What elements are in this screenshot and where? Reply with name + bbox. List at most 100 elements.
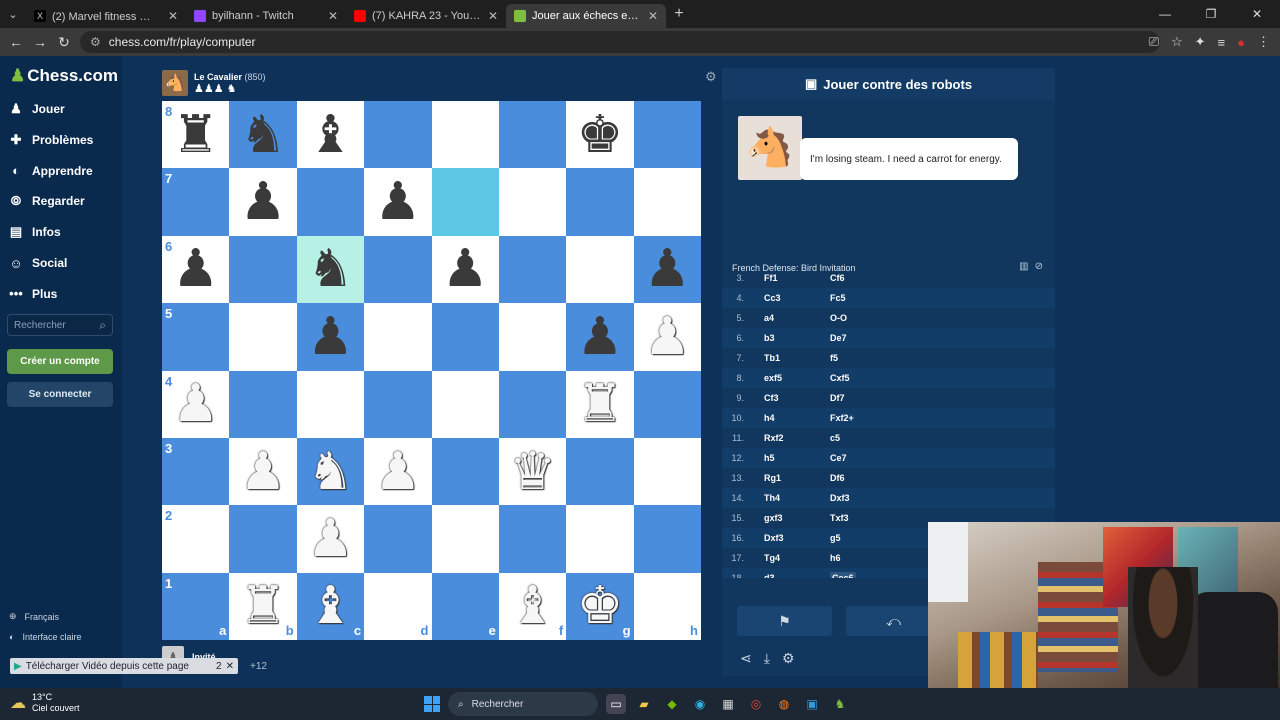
app-icon[interactable]: ▣ — [802, 694, 822, 714]
white-move[interactable]: Dxf3 — [764, 533, 784, 543]
white-queen-piece[interactable]: ♛ — [509, 446, 556, 498]
task-view-icon[interactable]: ▭ — [606, 694, 626, 714]
tab-list-button[interactable]: ⌄ — [0, 0, 26, 28]
close-icon[interactable]: ✕ — [226, 661, 234, 672]
browser-tab[interactable]: Jouer aux échecs en ligne c ✕ — [506, 4, 666, 28]
address-bar[interactable]: ⚙ chess.com/fr/play/computer — [80, 31, 1160, 53]
bookmark-star-icon[interactable]: ☆ — [1171, 34, 1183, 50]
square-f6[interactable] — [498, 235, 567, 304]
square-d1[interactable]: d — [364, 572, 432, 640]
white-move[interactable]: a4 — [764, 313, 774, 323]
white-move[interactable]: b3 — [764, 333, 775, 343]
opponent-avatar[interactable]: 🐴 — [162, 70, 188, 96]
black-pawn-piece[interactable]: ♟ — [442, 243, 489, 295]
square-f1[interactable]: f ♝ — [498, 572, 567, 640]
close-tab-icon[interactable]: ✕ — [488, 9, 498, 23]
forward-icon[interactable]: → — [28, 34, 52, 50]
minimize-button[interactable]: — — [1142, 0, 1188, 28]
white-knight-piece[interactable]: ♞ — [307, 446, 354, 498]
black-pawn-piece[interactable]: ♟ — [644, 243, 691, 295]
square-e3[interactable] — [431, 437, 499, 506]
white-pawn-piece[interactable]: ♟ — [644, 311, 691, 363]
square-b2[interactable] — [229, 505, 297, 573]
square-a8[interactable]: 8 ♜ — [162, 101, 230, 169]
square-c2[interactable]: ♟ — [296, 505, 365, 573]
black-move[interactable]: Cf6 — [830, 273, 845, 283]
black-pawn-piece[interactable]: ♟ — [240, 176, 287, 228]
start-icon[interactable] — [424, 696, 440, 712]
white-king-piece[interactable]: ♚ — [577, 580, 624, 632]
white-move[interactable]: h5 — [764, 453, 775, 463]
takeback-button[interactable]: ⤺ — [846, 606, 941, 636]
white-move[interactable]: d3 — [764, 573, 775, 578]
square-g2[interactable] — [566, 505, 634, 573]
white-move[interactable]: Rg1 — [764, 473, 781, 483]
square-e6[interactable]: ♟ — [431, 235, 499, 304]
square-f8[interactable] — [498, 101, 567, 169]
search-icon[interactable]: ⌕ — [99, 318, 106, 333]
black-pawn-piece[interactable]: ♟ — [307, 311, 354, 363]
download-icon[interactable]: ⤓ — [764, 650, 770, 667]
black-move[interactable]: c5 — [830, 433, 840, 443]
sidebar-item-infos[interactable]: ▤ Infos — [8, 221, 61, 243]
square-c6[interactable]: ♞ — [296, 235, 365, 304]
reload-icon[interactable]: ↻ — [52, 34, 76, 51]
chrome-icon[interactable]: ◎ — [746, 694, 766, 714]
site-info-icon[interactable]: ⚙ — [90, 35, 101, 49]
square-d8[interactable] — [364, 101, 432, 169]
white-move[interactable]: exf5 — [764, 373, 782, 383]
square-a5[interactable]: 5 — [162, 303, 230, 371]
square-d7[interactable]: ♟ — [364, 168, 432, 236]
resign-flag-button[interactable]: ⚑ — [737, 606, 832, 636]
square-g3[interactable] — [566, 437, 634, 506]
white-move[interactable]: Tb1 — [764, 353, 780, 363]
square-g6[interactable] — [566, 235, 634, 304]
black-move[interactable]: Dxf3 — [830, 493, 850, 503]
store-icon[interactable]: ▦ — [718, 694, 738, 714]
white-move[interactable]: Ff1 — [764, 273, 778, 283]
profile-icon[interactable]: ● — [1237, 35, 1245, 50]
close-tab-icon[interactable]: ✕ — [328, 9, 338, 23]
square-b4[interactable] — [229, 370, 297, 438]
square-g7[interactable] — [566, 168, 634, 236]
square-h6[interactable]: ♟ — [633, 235, 701, 304]
black-move[interactable]: Df6 — [830, 473, 845, 483]
square-h4[interactable] — [633, 370, 701, 438]
square-h3[interactable] — [633, 437, 701, 506]
black-move[interactable]: Txf3 — [830, 513, 849, 523]
square-a1[interactable]: 1a — [162, 572, 230, 640]
close-window-button[interactable]: ✕ — [1234, 0, 1280, 28]
language-item[interactable]: ⊕ Français — [9, 611, 59, 622]
square-g8[interactable]: ♚ — [566, 101, 634, 169]
square-e8[interactable] — [431, 101, 499, 169]
square-f5[interactable] — [498, 303, 567, 371]
black-king-piece[interactable]: ♚ — [577, 109, 624, 161]
square-b3[interactable]: ♟ — [229, 437, 297, 506]
white-move[interactable]: Cc3 — [764, 293, 781, 303]
white-move[interactable]: Rxf2 — [764, 433, 784, 443]
square-c8[interactable]: ♝ — [296, 101, 365, 169]
square-a6[interactable]: 6 ♟ — [162, 235, 230, 304]
square-e2[interactable] — [431, 505, 499, 573]
black-pawn-piece[interactable]: ♟ — [577, 311, 624, 363]
black-move[interactable]: Fxf2+ — [830, 413, 854, 423]
opponent-name[interactable]: Le Cavalier (850) — [194, 72, 266, 82]
square-d6[interactable] — [364, 235, 432, 304]
media-icon[interactable]: ≡ — [1218, 35, 1226, 50]
black-move[interactable]: Df7 — [830, 393, 845, 403]
board-settings-icon[interactable]: ⚙ — [705, 69, 717, 85]
black-pawn-piece[interactable]: ♟ — [172, 243, 219, 295]
black-knight-piece[interactable]: ♞ — [307, 243, 354, 295]
black-move[interactable]: Cxf5 — [830, 373, 850, 383]
white-move[interactable]: Cf3 — [764, 393, 779, 403]
square-c3[interactable]: ♞ — [296, 437, 365, 506]
white-pawn-piece[interactable]: ♟ — [307, 513, 354, 565]
square-g5[interactable]: ♟ — [566, 303, 634, 371]
white-pawn-piece[interactable]: ♟ — [375, 446, 422, 498]
white-move[interactable]: Th4 — [764, 493, 780, 503]
square-a4[interactable]: 4 ♟ — [162, 370, 230, 438]
login-button[interactable]: Se connecter — [7, 382, 113, 407]
share-icon[interactable]: ⋖ — [740, 650, 752, 667]
square-h1[interactable]: h — [633, 572, 701, 640]
square-d5[interactable] — [364, 303, 432, 371]
